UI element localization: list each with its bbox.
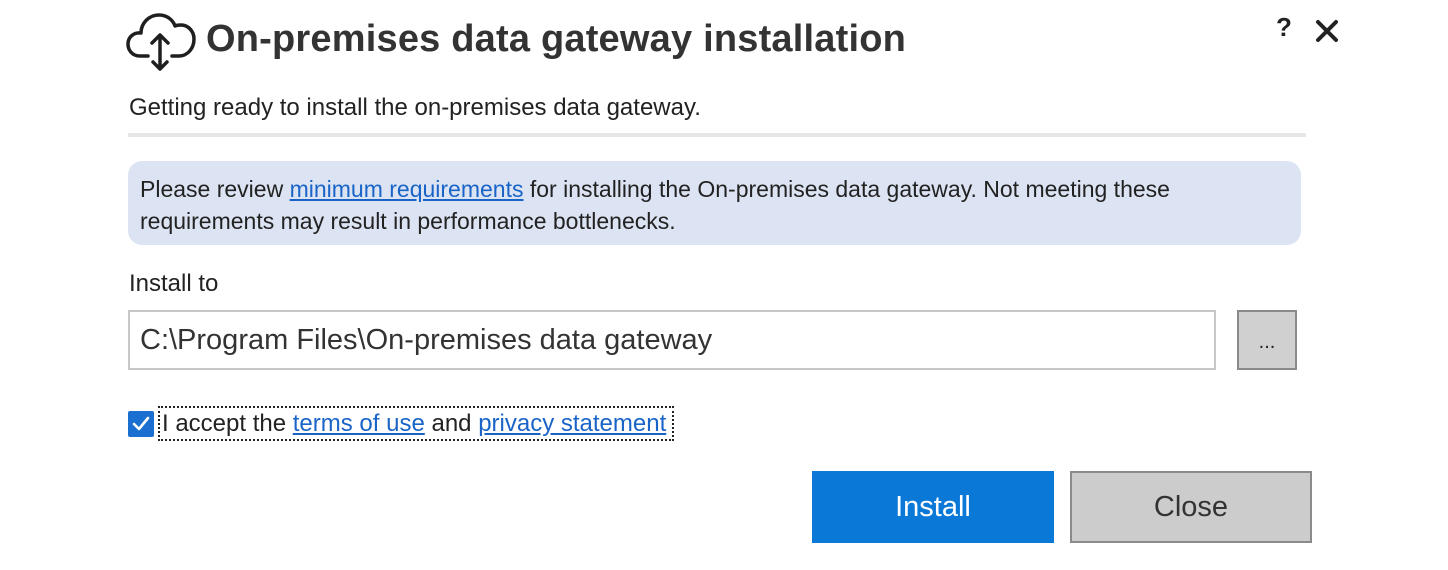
checkmark-icon <box>132 416 150 430</box>
info-prefix: Please review <box>140 176 290 202</box>
install-to-label: Install to <box>129 270 219 297</box>
title-bar: On-premises data gateway installation <box>126 6 906 72</box>
browse-button[interactable]: ... <box>1237 310 1297 370</box>
install-path-input[interactable] <box>128 310 1216 370</box>
terms-of-use-link[interactable]: terms of use <box>293 410 425 437</box>
help-button[interactable]: ? <box>1276 12 1292 43</box>
divider <box>128 133 1306 137</box>
cloud-upload-icon <box>126 13 196 71</box>
status-subtitle: Getting ready to install the on-premises… <box>129 94 701 121</box>
install-button[interactable]: Install <box>812 471 1054 543</box>
minimum-requirements-link[interactable]: minimum requirements <box>290 176 524 202</box>
close-button[interactable]: Close <box>1070 471 1312 543</box>
accept-middle: and <box>424 410 479 437</box>
privacy-statement-link[interactable]: privacy statement <box>478 410 666 437</box>
dialog-title: On-premises data gateway installation <box>206 17 907 60</box>
requirements-info-banner: Please review minimum requirements for i… <box>128 161 1301 245</box>
accept-prefix: I accept the <box>162 410 293 437</box>
accept-terms-checkbox[interactable] <box>128 410 154 437</box>
close-icon[interactable] <box>1312 16 1342 46</box>
terms-acceptance-row: I accept the terms of use and privacy st… <box>128 406 675 441</box>
accept-terms-label[interactable]: I accept the terms of use and privacy st… <box>158 406 675 441</box>
